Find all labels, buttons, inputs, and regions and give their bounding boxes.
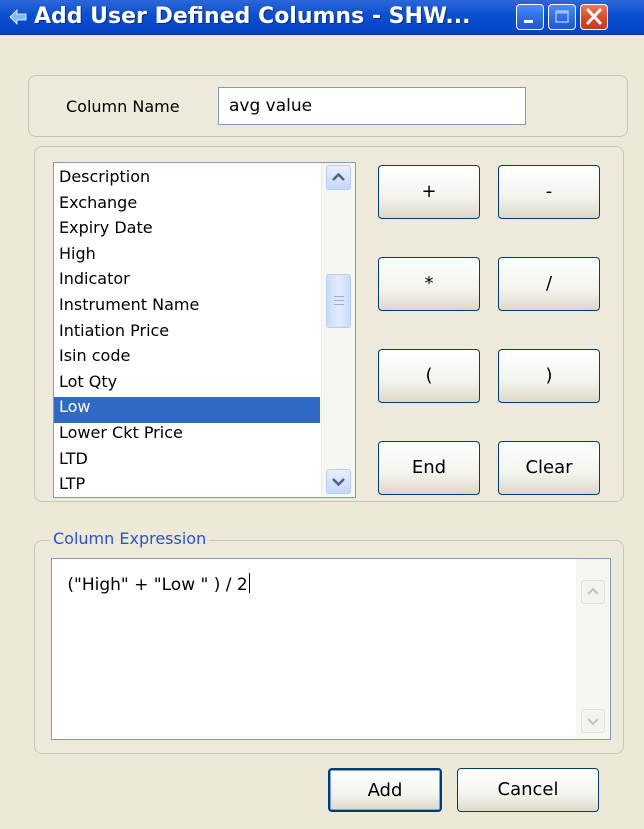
multiply-button[interactable]: * <box>378 257 480 311</box>
list-item[interactable]: Exchange <box>54 193 320 219</box>
minimize-button[interactable] <box>516 4 544 30</box>
list-item[interactable]: LTP <box>54 474 320 497</box>
chevron-down-icon <box>587 718 599 726</box>
list-item[interactable]: Lot Qty <box>54 372 320 398</box>
column-name-label: Column Name <box>66 97 180 116</box>
expression-scrollbar[interactable] <box>576 559 610 739</box>
field-list-scrollbar[interactable] <box>321 163 355 497</box>
list-item-selected[interactable]: Low <box>54 397 320 423</box>
field-list-items: Description Exchange Expiry Date High In… <box>54 167 320 497</box>
scroll-thumb[interactable] <box>326 274 351 328</box>
divide-button[interactable]: / <box>498 257 600 311</box>
column-name-input[interactable]: avg value <box>218 87 526 125</box>
chevron-down-icon <box>332 478 345 487</box>
clear-button[interactable]: Clear <box>498 441 600 495</box>
list-item[interactable]: Description <box>54 167 320 193</box>
maximize-icon <box>555 10 569 23</box>
chevron-up-icon <box>332 172 345 181</box>
window-title: Add User Defined Columns - SHW... <box>34 4 471 29</box>
column-expression-text: ("High" + "Low " ) / 2 <box>62 575 248 595</box>
field-list[interactable]: Description Exchange Expiry Date High In… <box>53 162 356 498</box>
app-icon <box>9 9 27 25</box>
minimize-icon <box>524 20 533 23</box>
open-paren-button[interactable]: ( <box>378 349 480 403</box>
list-item[interactable]: Isin code <box>54 346 320 372</box>
title-bar[interactable]: Add User Defined Columns - SHW... <box>0 0 644 35</box>
minus-button[interactable]: - <box>498 165 600 219</box>
close-button[interactable] <box>580 4 608 30</box>
list-item[interactable]: High <box>54 244 320 270</box>
scroll-down-button[interactable] <box>326 469 351 494</box>
cancel-button[interactable]: Cancel <box>457 768 599 812</box>
list-item[interactable]: LTD <box>54 449 320 475</box>
column-expression-textarea[interactable]: ("High" + "Low " ) / 2 <box>51 558 611 740</box>
list-item[interactable]: Lower Ckt Price <box>54 423 320 449</box>
chevron-up-icon <box>587 587 599 595</box>
maximize-button[interactable] <box>548 4 576 30</box>
list-item[interactable]: Expiry Date <box>54 218 320 244</box>
add-button[interactable]: Add <box>328 768 442 812</box>
plus-button[interactable]: + <box>378 165 480 219</box>
end-button[interactable]: End <box>378 441 480 495</box>
text-caret <box>248 573 250 593</box>
scroll-up-button[interactable] <box>326 165 351 190</box>
list-item[interactable]: Intiation Price <box>54 321 320 347</box>
column-expression-legend: Column Expression <box>50 529 210 548</box>
close-paren-button[interactable]: ) <box>498 349 600 403</box>
close-icon <box>586 8 602 25</box>
list-item[interactable]: Indicator <box>54 269 320 295</box>
list-item[interactable]: Instrument Name <box>54 295 320 321</box>
expression-scroll-up[interactable] <box>581 580 605 604</box>
expression-scroll-down[interactable] <box>581 709 605 733</box>
